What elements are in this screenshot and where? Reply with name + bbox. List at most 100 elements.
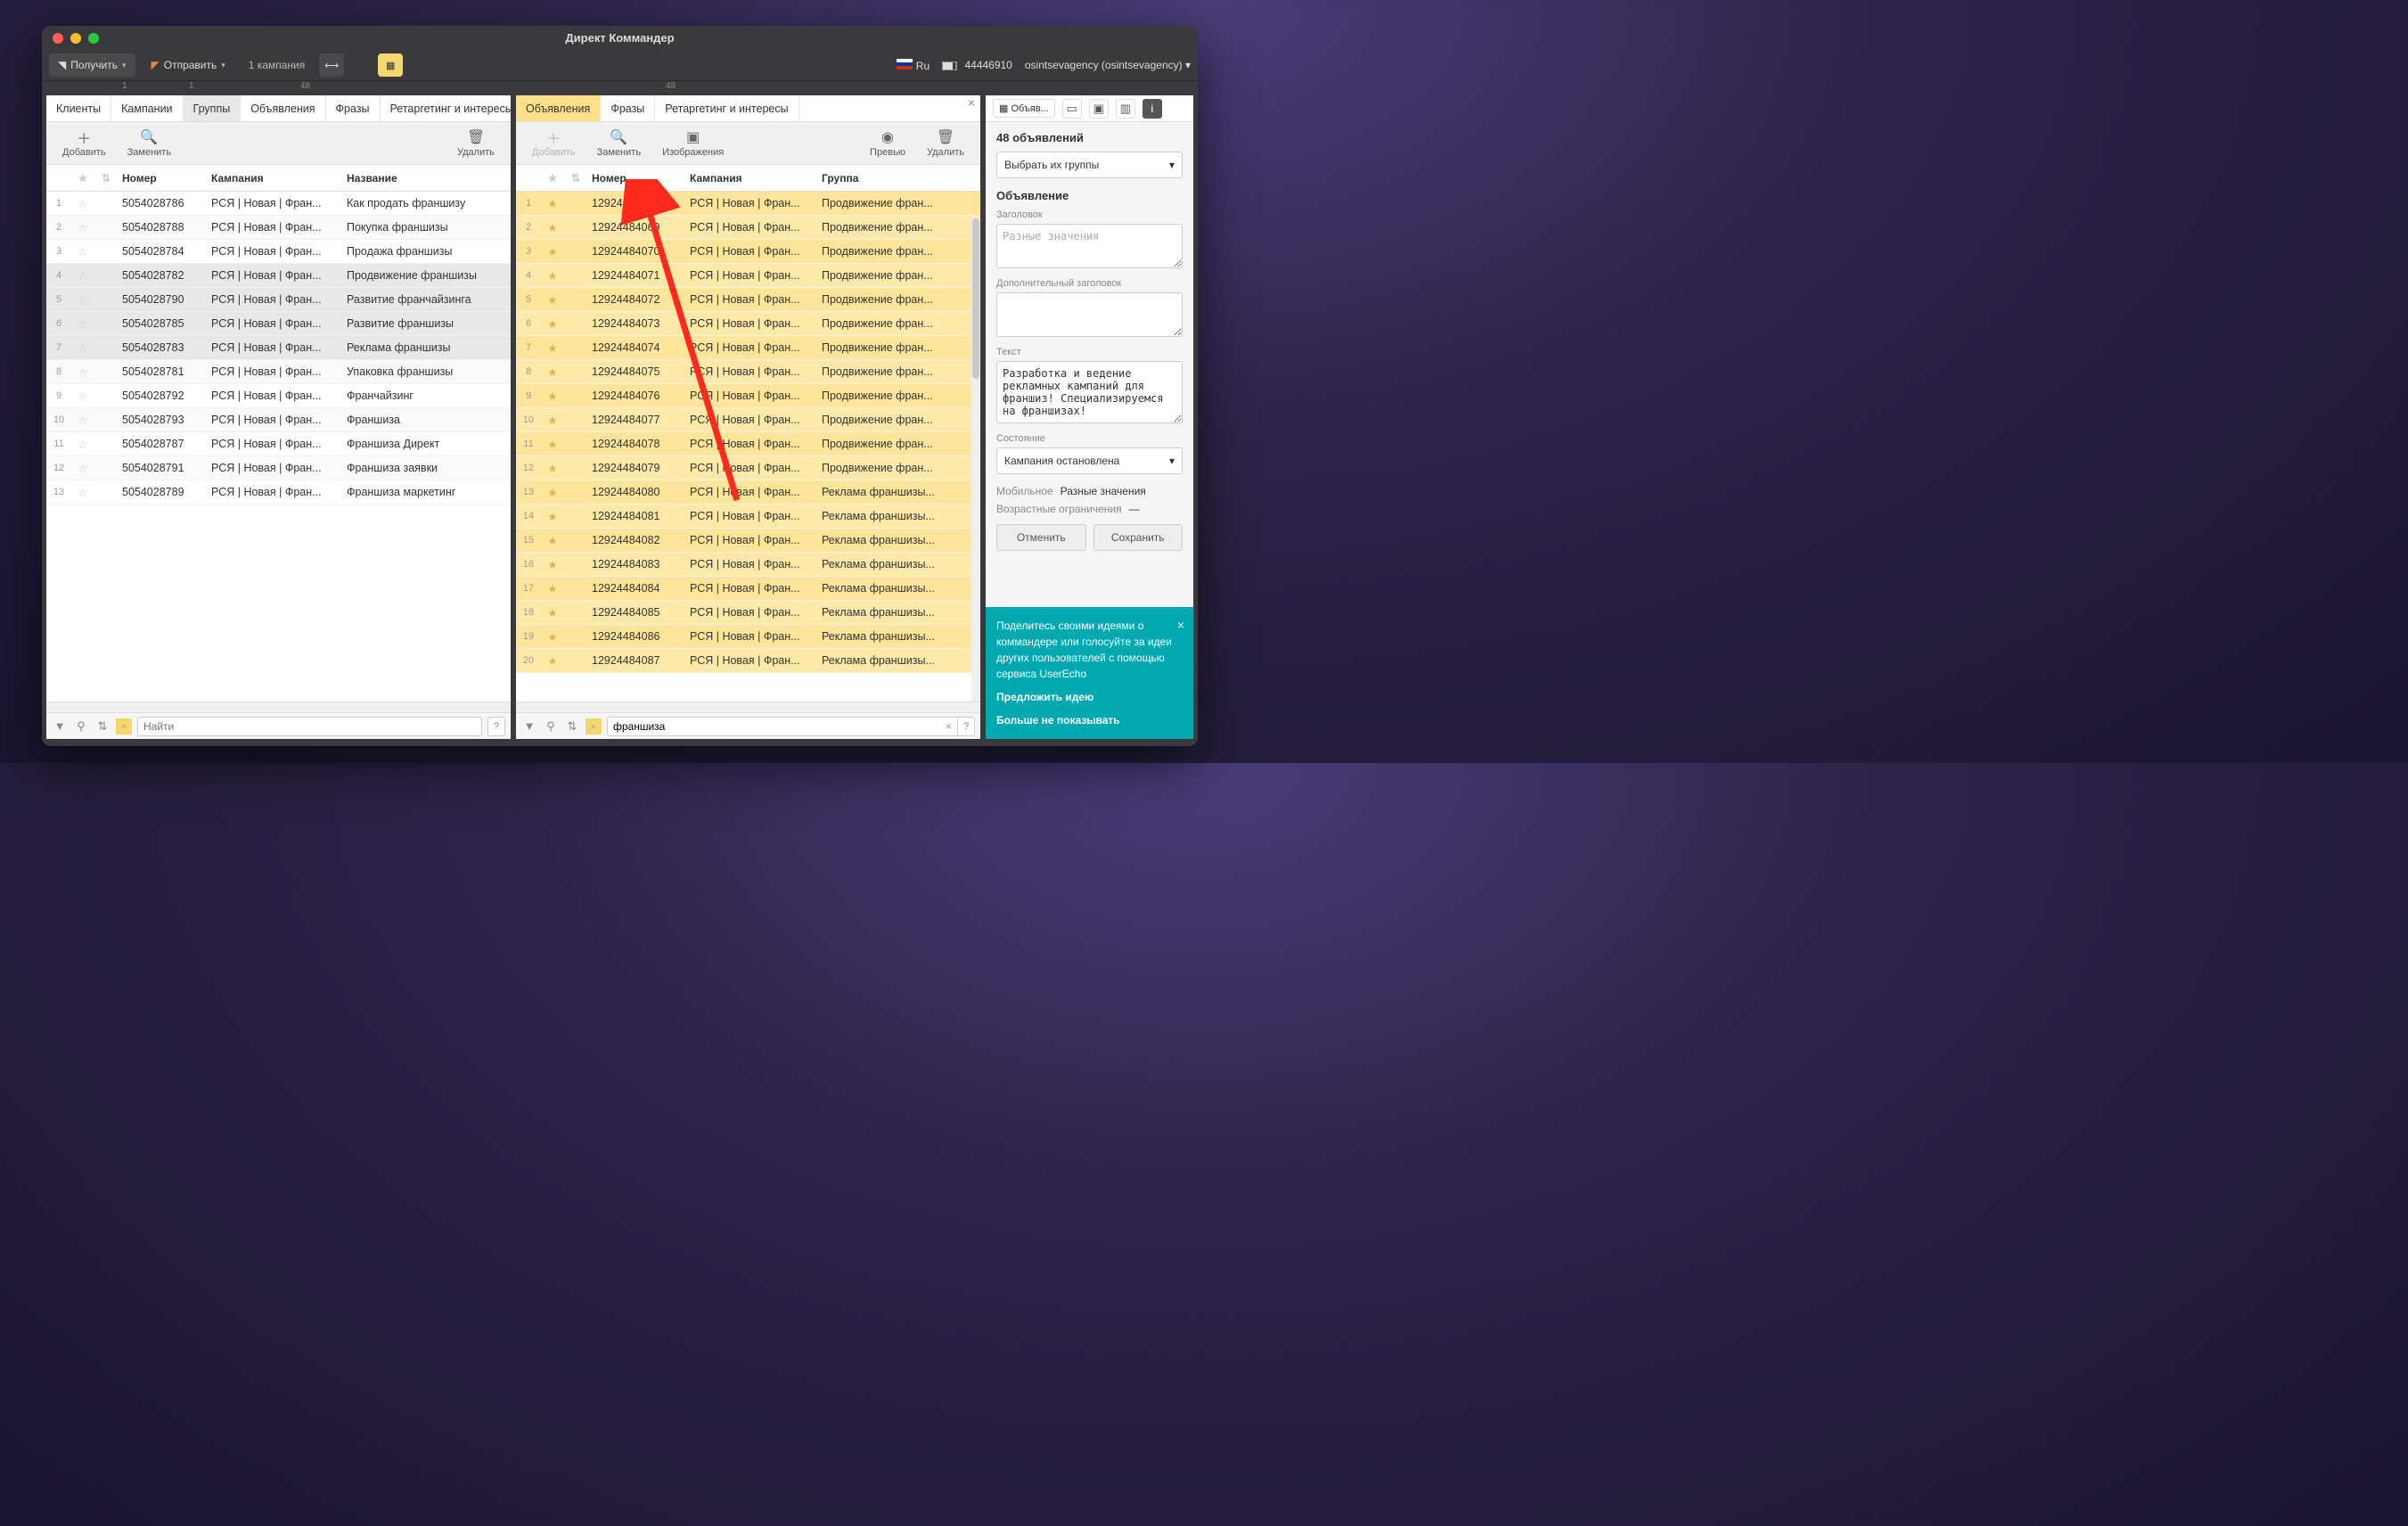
filter-icon[interactable]: ▼ xyxy=(521,718,537,734)
close-icon[interactable]: × xyxy=(1177,616,1184,635)
cancel-button[interactable]: Отменить xyxy=(996,524,1086,551)
images-button[interactable]: ▣Изображения xyxy=(651,122,734,164)
sort-icon[interactable]: ⇅ xyxy=(94,172,118,185)
left-grid-body[interactable]: 1☆5054028786РСЯ | Новая | Фран...Как про… xyxy=(46,192,511,701)
table-row[interactable]: 12☆5054028791РСЯ | Новая | Фран...Франши… xyxy=(46,456,511,480)
tab-ad[interactable]: ▦ Объяв... xyxy=(993,99,1055,118)
receive-button[interactable]: ◥ Получить ▾ xyxy=(49,53,135,77)
account-balance[interactable]: 44446910 xyxy=(942,59,1012,71)
star-icon[interactable]: ★ xyxy=(541,172,564,185)
tab-Кампании[interactable]: Кампании xyxy=(111,95,183,121)
tab-Объявления[interactable]: Объявления xyxy=(241,95,325,121)
mid-grid-body[interactable]: 1★12924484068РСЯ | Новая | Фран...Продви… xyxy=(516,192,980,701)
split-view-button[interactable]: ⟷ xyxy=(319,53,344,77)
tab-Ретаргетинг и интересы[interactable]: Ретаргетинг и интересы xyxy=(381,95,524,121)
v-scrollbar[interactable] xyxy=(971,218,980,701)
info-icon[interactable]: i xyxy=(1143,99,1162,119)
table-row[interactable]: 9☆5054028792РСЯ | Новая | Фран...Франчай… xyxy=(46,384,511,408)
user-menu[interactable]: osintsevagency (osintsevagency) ▾ xyxy=(1025,59,1191,71)
table-row[interactable]: 10☆5054028793РСЯ | Новая | Фран...Франши… xyxy=(46,408,511,432)
userecho-suggest-link[interactable]: Предложить идею xyxy=(996,689,1183,705)
tab-Ретаргетинг и интересы[interactable]: Ретаргетинг и интересы xyxy=(655,95,799,121)
table-row[interactable]: 20★12924484087РСЯ | Новая | Фран...Рекла… xyxy=(516,649,980,673)
columns-icon[interactable]: ▥ xyxy=(1116,99,1135,119)
search-input[interactable] xyxy=(137,717,482,736)
close-panel-icon[interactable]: × xyxy=(968,95,975,121)
col-campaign[interactable]: Кампания xyxy=(207,172,342,185)
notepad-icon[interactable]: ▦ xyxy=(378,53,403,77)
clear-search-icon[interactable]: × xyxy=(946,720,952,733)
tab-Фразы[interactable]: Фразы xyxy=(326,95,381,121)
table-row[interactable]: 19★12924484086РСЯ | Новая | Фран...Рекла… xyxy=(516,625,980,649)
close-window-button[interactable] xyxy=(53,33,63,44)
table-row[interactable]: 7★12924484074РСЯ | Новая | Фран...Продви… xyxy=(516,336,980,360)
state-selector[interactable]: Кампания остановлена ▾ xyxy=(996,447,1183,474)
headline2-input[interactable] xyxy=(996,292,1183,337)
table-row[interactable]: 17★12924484084РСЯ | Новая | Фран...Рекла… xyxy=(516,577,980,601)
text-input[interactable] xyxy=(996,361,1183,423)
table-row[interactable]: 8☆5054028781РСЯ | Новая | Фран...Упаковк… xyxy=(46,360,511,384)
highlight-icon[interactable]: ▫ xyxy=(586,718,602,734)
tab-Объявления[interactable]: Объявления xyxy=(516,95,601,121)
table-row[interactable]: 6☆5054028785РСЯ | Новая | Фран...Развити… xyxy=(46,312,511,336)
maximize-window-button[interactable] xyxy=(88,33,99,44)
compare-icon[interactable]: ⇅ xyxy=(94,718,111,734)
table-row[interactable]: 3☆5054028784РСЯ | Новая | Фран...Продажа… xyxy=(46,240,511,264)
table-row[interactable]: 13★12924484080РСЯ | Новая | Фран...Рекла… xyxy=(516,480,980,505)
star-icon[interactable]: ★ xyxy=(71,172,94,185)
table-row[interactable]: 2★12924484069РСЯ | Новая | Фран...Продви… xyxy=(516,216,980,240)
userecho-hide-link[interactable]: Больше не показывать xyxy=(996,712,1183,728)
sort-icon[interactable]: ⇅ xyxy=(564,172,587,185)
image-icon[interactable]: ▣ xyxy=(1089,99,1109,119)
search-input[interactable] xyxy=(607,717,962,736)
minimize-window-button[interactable] xyxy=(70,33,81,44)
table-row[interactable]: 10★12924484077РСЯ | Новая | Фран...Продв… xyxy=(516,408,980,432)
add-button[interactable]: ＋Добавить xyxy=(52,122,117,164)
group-selector[interactable]: Выбрать их группы ▾ xyxy=(996,152,1183,178)
card-icon[interactable]: ▭ xyxy=(1062,99,1082,119)
col-number[interactable]: Номер xyxy=(587,172,685,185)
tab-Группы[interactable]: Группы xyxy=(184,95,242,121)
table-row[interactable]: 2☆5054028788РСЯ | Новая | Фран...Покупка… xyxy=(46,216,511,240)
col-name[interactable]: Название xyxy=(342,172,511,185)
table-row[interactable]: 5☆5054028790РСЯ | Новая | Фран...Развити… xyxy=(46,288,511,312)
replace-button[interactable]: 🔍Заменить xyxy=(117,122,182,164)
table-row[interactable]: 18★12924484085РСЯ | Новая | Фран...Рекла… xyxy=(516,601,980,625)
help-icon[interactable]: ? xyxy=(487,717,505,736)
h-scrollbar[interactable] xyxy=(516,701,980,712)
table-row[interactable]: 6★12924484073РСЯ | Новая | Фран...Продви… xyxy=(516,312,980,336)
compare-icon[interactable]: ⇅ xyxy=(564,718,580,734)
save-button[interactable]: Сохранить xyxy=(1093,524,1184,551)
tab-Клиенты[interactable]: Клиенты xyxy=(46,95,111,121)
h-scrollbar[interactable] xyxy=(46,701,511,712)
table-row[interactable]: 3★12924484070РСЯ | Новая | Фран...Продви… xyxy=(516,240,980,264)
table-row[interactable]: 8★12924484075РСЯ | Новая | Фран...Продви… xyxy=(516,360,980,384)
table-row[interactable]: 13☆5054028789РСЯ | Новая | Фран...Франши… xyxy=(46,480,511,505)
table-row[interactable]: 14★12924484081РСЯ | Новая | Фран...Рекла… xyxy=(516,505,980,529)
col-campaign[interactable]: Кампания xyxy=(685,172,817,185)
table-row[interactable]: 9★12924484076РСЯ | Новая | Фран...Продви… xyxy=(516,384,980,408)
funnel-icon[interactable]: ⚲ xyxy=(543,718,559,734)
table-row[interactable]: 16★12924484083РСЯ | Новая | Фран...Рекла… xyxy=(516,553,980,577)
table-row[interactable]: 11★12924484078РСЯ | Новая | Фран...Продв… xyxy=(516,432,980,456)
table-row[interactable]: 12★12924484079РСЯ | Новая | Фран...Продв… xyxy=(516,456,980,480)
table-row[interactable]: 11☆5054028787РСЯ | Новая | Фран...Франши… xyxy=(46,432,511,456)
replace-button[interactable]: 🔍Заменить xyxy=(586,122,651,164)
language-selector[interactable]: Ru xyxy=(897,59,930,72)
table-row[interactable]: 15★12924484082РСЯ | Новая | Фран...Рекла… xyxy=(516,529,980,553)
preview-button[interactable]: ◉Превью xyxy=(859,122,916,164)
highlight-icon[interactable]: ▫ xyxy=(116,718,132,734)
table-row[interactable]: 4★12924484071РСЯ | Новая | Фран...Продви… xyxy=(516,264,980,288)
delete-button[interactable]: 🗑Удалить xyxy=(916,122,975,164)
help-icon[interactable]: ? xyxy=(957,717,975,736)
col-group[interactable]: Группа xyxy=(817,172,980,185)
table-row[interactable]: 4☆5054028782РСЯ | Новая | Фран...Продвиж… xyxy=(46,264,511,288)
table-row[interactable]: 5★12924484072РСЯ | Новая | Фран...Продви… xyxy=(516,288,980,312)
table-row[interactable]: 1☆5054028786РСЯ | Новая | Фран...Как про… xyxy=(46,192,511,216)
delete-button[interactable]: 🗑Удалить xyxy=(446,122,505,164)
headline-input[interactable] xyxy=(996,224,1183,268)
col-number[interactable]: Номер xyxy=(118,172,207,185)
send-button[interactable]: ◤ Отправить ▾ xyxy=(143,53,234,77)
table-row[interactable]: 7☆5054028783РСЯ | Новая | Фран...Реклама… xyxy=(46,336,511,360)
table-row[interactable]: 1★12924484068РСЯ | Новая | Фран...Продви… xyxy=(516,192,980,216)
